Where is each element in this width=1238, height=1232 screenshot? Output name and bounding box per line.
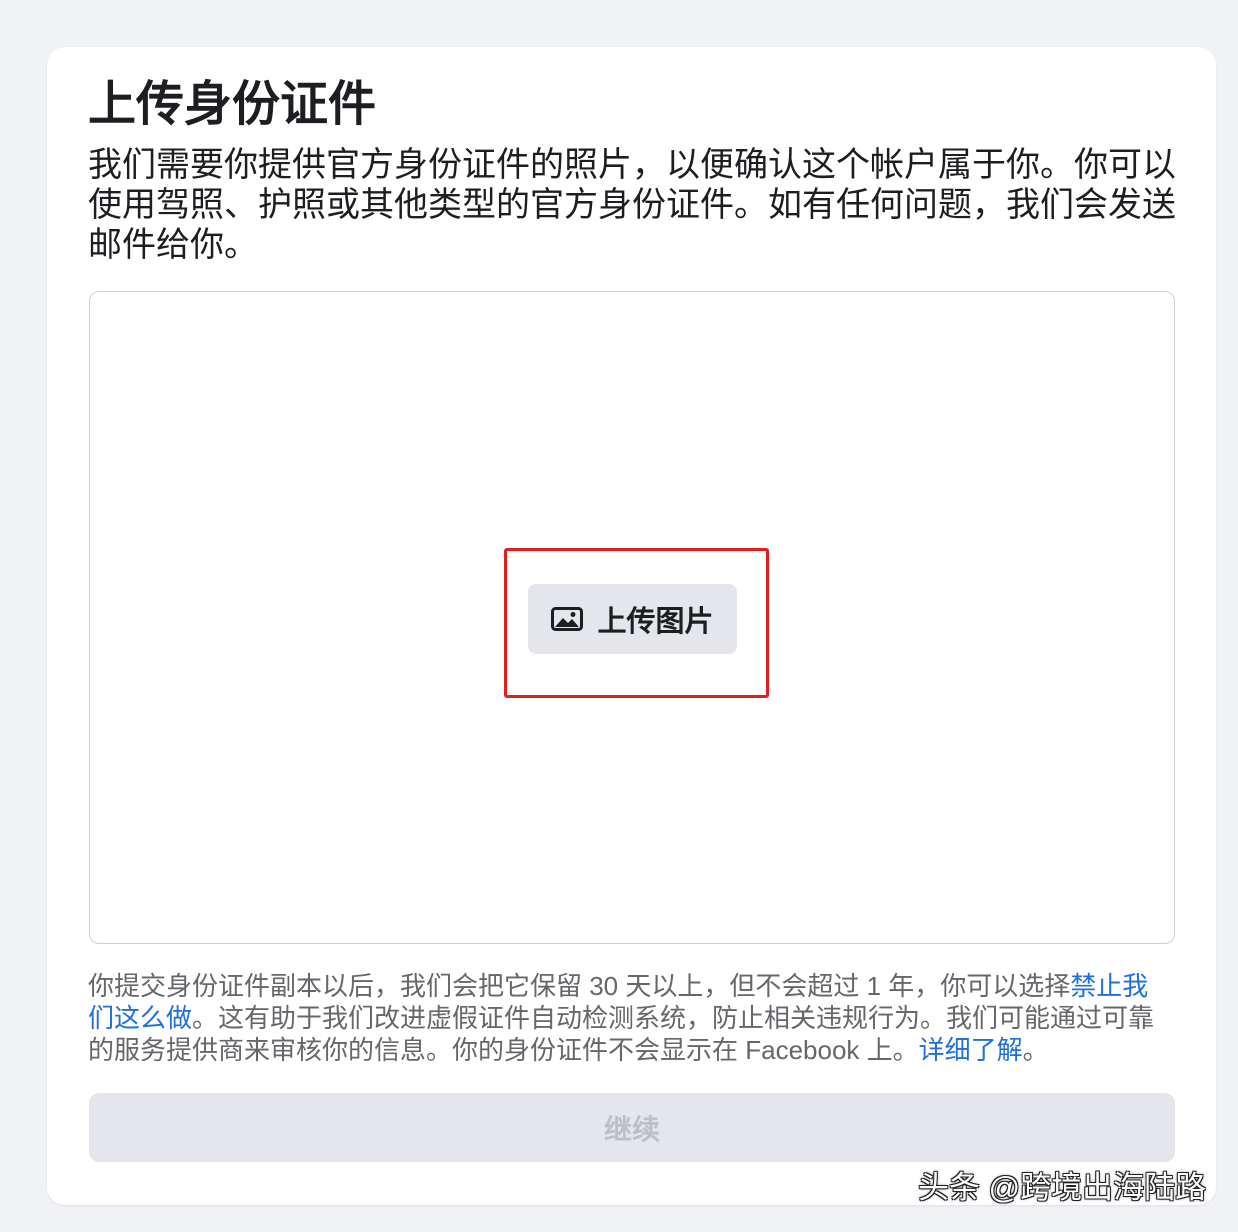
upload-image-button[interactable]: 上传图片 <box>528 584 737 654</box>
learn-more-link[interactable]: 详细了解 <box>919 1035 1023 1065</box>
privacy-notice-text-3: 。 <box>1022 1035 1049 1065</box>
privacy-notice: 你提交身份证件副本以后，我们会把它保留 30 天以上，但不会超过 1 年，你可以… <box>88 970 1173 1066</box>
id-upload-card: 上传身份证件 我们需要你提供官方身份证件的照片，以便确认这个帐户属于你。你可以使… <box>47 47 1216 1205</box>
privacy-notice-text-1: 你提交身份证件副本以后，我们会把它保留 30 天以上，但不会超过 1 年，你可以… <box>88 971 1071 1001</box>
upload-drop-area[interactable]: 上传图片 <box>89 291 1175 944</box>
image-icon <box>551 607 584 631</box>
page-title: 上传身份证件 <box>88 78 377 131</box>
page-description: 我们需要你提供官方身份证件的照片，以便确认这个帐户属于你。你可以使用驾照、护照或… <box>88 146 1176 264</box>
continue-button[interactable]: 继续 <box>89 1093 1175 1162</box>
watermark: 头条 @跨境出海陆路 <box>918 1170 1207 1205</box>
upload-image-label: 上传图片 <box>597 606 714 638</box>
